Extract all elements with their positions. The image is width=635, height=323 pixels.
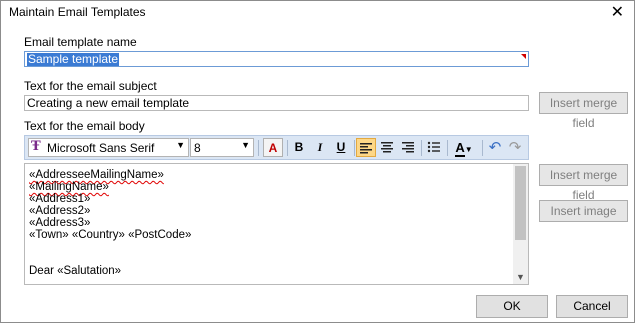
body-line-9: Dear «Salutation»: [29, 265, 122, 277]
body-line-6: «Town» «Country» «PostCode»: [29, 229, 192, 241]
body-line-4: «Address2»: [29, 205, 91, 217]
formatting-toolbar: Ŧ Microsoft Sans Serif ▼ 8 ▼ A B I U A▼: [24, 135, 529, 160]
underline-button[interactable]: U: [331, 138, 351, 157]
text-color-button[interactable]: A: [263, 138, 283, 157]
bullet-list-icon: [427, 141, 440, 153]
subject-input[interactable]: Creating a new email template: [24, 95, 529, 111]
chevron-down-icon[interactable]: ▼: [241, 140, 250, 150]
template-name-value: Sample template: [27, 52, 120, 66]
insert-image-button[interactable]: Insert image: [539, 200, 628, 222]
align-center-button[interactable]: [377, 138, 397, 157]
align-right-button[interactable]: [398, 138, 418, 157]
chevron-down-icon[interactable]: ▼: [176, 140, 185, 150]
template-name-input[interactable]: Sample template: [24, 51, 529, 67]
separator: [287, 140, 288, 156]
font-name-value: Microsoft Sans Serif: [47, 141, 155, 155]
font-size-combo[interactable]: 8 ▼: [190, 138, 254, 157]
separator: [354, 140, 355, 156]
redo-button[interactable]: ↷: [505, 138, 525, 157]
ok-button[interactable]: OK: [476, 295, 548, 318]
scroll-down-icon[interactable]: ▼: [516, 272, 525, 282]
scrollbar-thumb[interactable]: [515, 166, 526, 240]
body-line-1: «AddresseeMailingName»: [29, 169, 164, 181]
font-color-button[interactable]: A▼: [450, 138, 478, 157]
editor-scrollbar[interactable]: ▼: [513, 164, 528, 284]
italic-button[interactable]: I: [310, 138, 330, 157]
chevron-down-icon: ▼: [464, 145, 473, 154]
body-line-3: «Address1»: [29, 193, 91, 205]
body-line-5: «Address3»: [29, 217, 91, 229]
body-insert-merge-field-button[interactable]: Insert merge field: [539, 164, 628, 202]
separator: [421, 140, 422, 156]
align-left-button[interactable]: [356, 138, 376, 157]
font-size-value: 8: [194, 141, 201, 155]
email-body-editor[interactable]: «AddresseeMailingName» «MailingName» «Ad…: [24, 163, 529, 285]
separator: [447, 140, 448, 156]
body-line-2: «MailingName»: [29, 181, 109, 193]
undo-button[interactable]: ↶: [485, 138, 505, 157]
window-title: Maintain Email Templates: [9, 5, 146, 19]
body-label: Text for the email body: [24, 119, 145, 133]
subject-value: Creating a new email template: [27, 96, 190, 110]
subject-insert-merge-field-button[interactable]: Insert merge field: [539, 92, 628, 130]
align-center-icon: [381, 142, 393, 153]
bullet-list-button[interactable]: [424, 138, 444, 157]
required-indicator-icon: [521, 54, 526, 59]
close-icon[interactable]: ✕: [611, 3, 624, 23]
align-left-icon: [360, 143, 372, 154]
bold-button[interactable]: B: [289, 138, 309, 157]
template-name-label: Email template name: [24, 35, 137, 49]
maintain-email-templates-dialog: Maintain Email Templates ✕ Email templat…: [0, 0, 635, 323]
font-name-combo[interactable]: Ŧ Microsoft Sans Serif ▼: [28, 138, 189, 157]
cancel-button[interactable]: Cancel: [556, 295, 628, 318]
align-right-icon: [402, 142, 414, 153]
separator: [258, 140, 259, 156]
title-bar: Maintain Email Templates ✕: [1, 1, 634, 27]
font-color-icon: A: [455, 140, 465, 157]
subject-label: Text for the email subject: [24, 79, 157, 93]
font-icon: Ŧ: [31, 139, 41, 154]
separator: [482, 140, 483, 156]
